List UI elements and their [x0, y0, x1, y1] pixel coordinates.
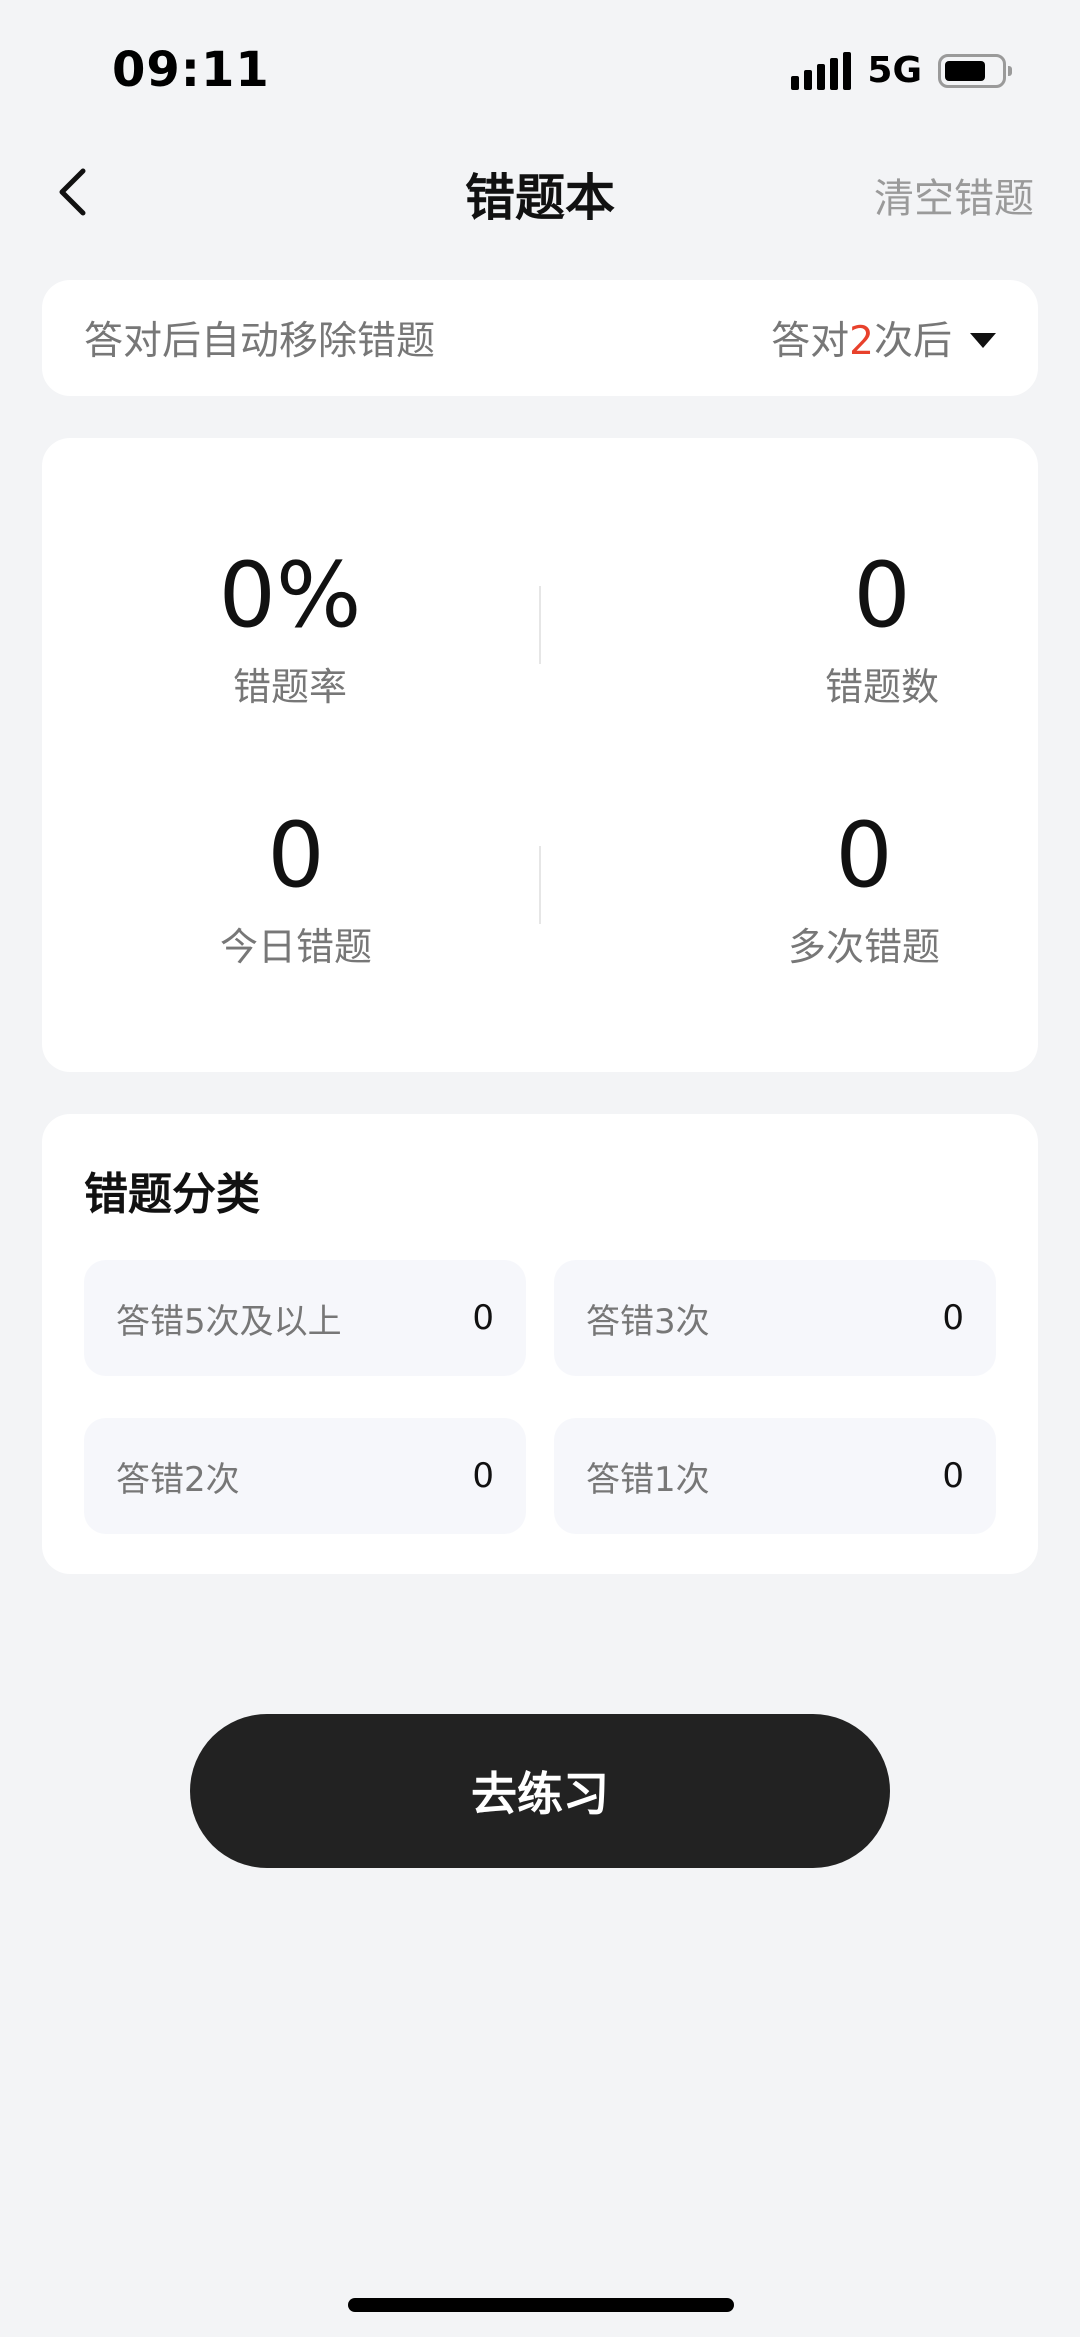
- auto-remove-label: 答对后自动移除错题: [84, 319, 436, 364]
- select-prefix: 答对: [771, 319, 850, 364]
- category-label: 答错1次: [586, 1459, 710, 1500]
- status-time: 09:11: [112, 42, 270, 98]
- stats-card: 0% 错题率 0 错题数 0 今日错题 0 多次错题: [42, 438, 1038, 1072]
- category-item[interactable]: 答错2次 0: [84, 1418, 526, 1534]
- auto-remove-setting: 答对后自动移除错题 答对2次后: [42, 280, 1038, 396]
- category-item[interactable]: 答错1次 0: [554, 1418, 996, 1534]
- stat-error-count: 0 错题数: [722, 546, 1042, 711]
- today-errors-label: 今日错题: [219, 925, 372, 969]
- select-count: 2: [849, 319, 874, 364]
- auto-remove-select[interactable]: 答对2次后: [771, 310, 996, 366]
- home-indicator: [348, 2298, 734, 2312]
- stats-divider: [539, 846, 541, 924]
- select-suffix: 次后: [873, 319, 952, 364]
- category-label: 答错3次: [586, 1301, 710, 1342]
- caret-down-icon: [970, 332, 996, 348]
- clear-errors-button[interactable]: 清空错题: [874, 166, 1034, 224]
- repeat-errors-value: 0: [835, 803, 893, 908]
- category-count: 0: [472, 1456, 494, 1496]
- status-indicators: 5G: [791, 50, 1012, 91]
- error-count-value: 0: [853, 543, 911, 648]
- category-item[interactable]: 答错5次及以上 0: [84, 1260, 526, 1376]
- status-bar: 09:11 5G: [0, 0, 1080, 130]
- category-count: 0: [472, 1298, 494, 1338]
- category-label: 答错2次: [116, 1459, 240, 1500]
- error-count-label: 错题数: [824, 665, 939, 709]
- go-practice-button[interactable]: 去练习: [190, 1714, 890, 1868]
- category-count: 0: [942, 1298, 964, 1338]
- error-rate-value: 0%: [218, 543, 362, 648]
- category-card: 错题分类 答错5次及以上 0 答错3次 0 答错2次 0 答错1次 0: [42, 1114, 1038, 1574]
- select-value: 答对2次后: [771, 310, 952, 366]
- category-count: 0: [942, 1456, 964, 1496]
- stat-today-errors: 0 今日错题: [136, 806, 456, 971]
- category-item[interactable]: 答错3次 0: [554, 1260, 996, 1376]
- battery-icon: [938, 53, 1012, 88]
- repeat-errors-label: 多次错题: [787, 925, 940, 969]
- category-title: 错题分类: [84, 1169, 260, 1220]
- stat-error-rate: 0% 错题率: [130, 546, 450, 711]
- nav-bar: 错题本 清空错题: [0, 140, 1080, 244]
- signal-icon: [791, 51, 852, 90]
- stats-divider: [539, 586, 541, 664]
- category-label: 答错5次及以上: [116, 1301, 342, 1342]
- today-errors-value: 0: [267, 803, 325, 908]
- network-label: 5G: [867, 50, 922, 91]
- stat-repeat-errors: 0 多次错题: [704, 806, 1024, 971]
- error-rate-label: 错题率: [232, 665, 347, 709]
